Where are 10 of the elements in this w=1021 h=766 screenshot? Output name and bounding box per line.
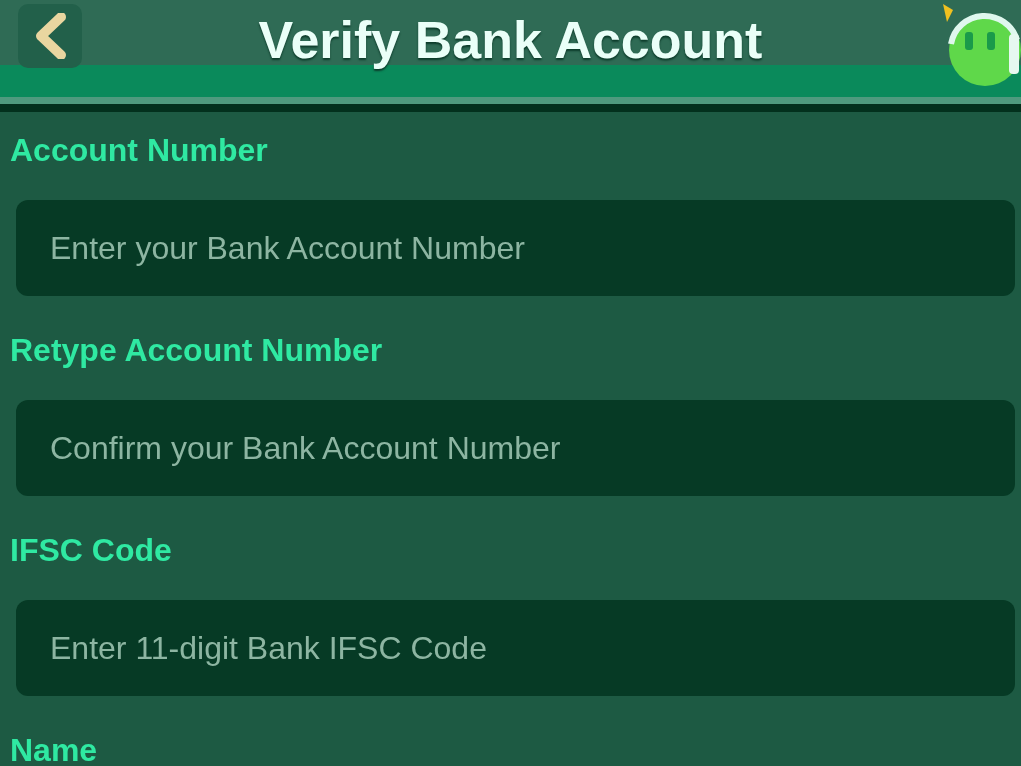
input-field[interactable]: Confirm your Bank Account Number [16, 400, 1015, 496]
input-field[interactable]: Enter 11-digit Bank IFSC Code [16, 600, 1015, 696]
field-label: Name [10, 731, 99, 766]
input-field[interactable]: Enter your Bank Account Number [16, 200, 1015, 296]
field-label: Retype Account Number [10, 331, 384, 370]
chevron-left-icon [33, 13, 67, 59]
back-button[interactable] [18, 4, 82, 68]
page-title: Verify Bank Account [258, 10, 763, 71]
field-label: IFSC Code [10, 531, 173, 570]
field-label: Account Number [10, 131, 269, 170]
